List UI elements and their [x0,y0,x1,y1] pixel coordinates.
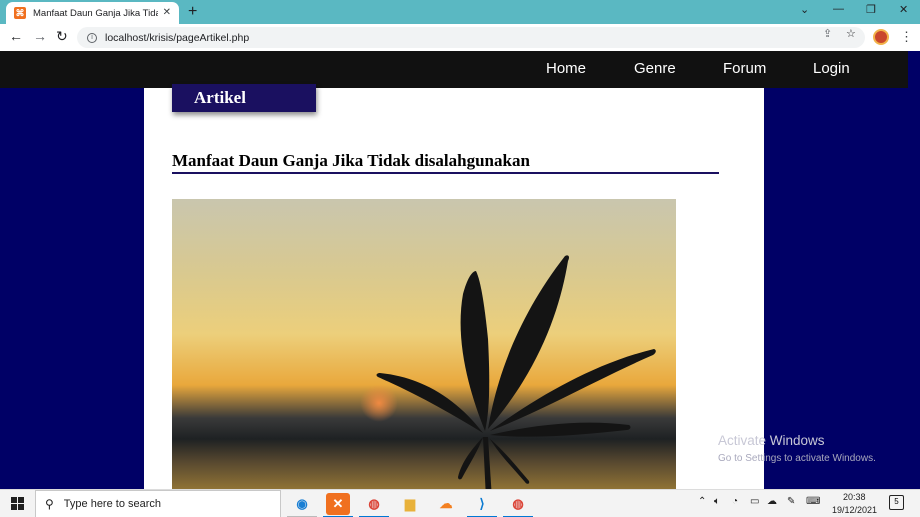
chrome-profile-icon[interactable]: ◍ [503,493,533,517]
volume-icon[interactable]: 🔈︎ [714,496,720,507]
nav-genre[interactable]: Genre [634,60,676,77]
clock-date[interactable]: 19/12/2021 [832,505,877,515]
bookmark-star-icon[interactable]: ☆ [846,27,856,40]
url-text[interactable]: localhost/krisis/pageArtikel.php [105,32,249,44]
profile-avatar-icon[interactable] [873,29,889,45]
minimize-icon[interactable]: — [833,3,844,15]
title-divider [172,172,719,174]
windows-taskbar: ⚲ Type here to search ◉ ✕ ◍ ▆ ☁ ⟩ ◍ ⌃ 🔈︎… [0,489,920,517]
back-icon[interactable]: ← [9,28,23,44]
browser-toolbar: ← → ↻ i localhost/krisis/pageArtikel.php… [0,24,920,51]
reload-icon[interactable]: ↻ [56,28,68,45]
keyboard-icon[interactable]: ⌨ [806,496,820,507]
search-placeholder: Type here to search [63,498,162,510]
article-title: Manfaat Daun Ganja Jika Tidak disalahgun… [172,151,530,170]
activate-windows-title: Activate Windows [718,433,825,448]
clock-time[interactable]: 20:38 [843,492,866,502]
wifi-icon[interactable]: ◔ [732,496,738,507]
close-window-icon[interactable]: ✕ [899,3,908,16]
nav-login[interactable]: Login [813,60,850,77]
activate-windows-subtitle: Go to Settings to activate Windows. [718,453,876,464]
battery-icon[interactable]: ▭ [750,496,759,507]
nav-home[interactable]: Home [546,60,586,77]
onedrive-icon[interactable]: ☁ [767,496,777,507]
taskbar-search[interactable]: ⚲ Type here to search [35,490,281,517]
article-image [172,199,676,489]
edge-icon[interactable]: ◉ [287,493,317,517]
tab-title: Manfaat Daun Ganja Jika Tidak disalahgun… [33,7,158,19]
cannabis-leaf-silhouette [376,255,656,489]
site-info-icon[interactable]: i [87,32,97,43]
page-viewport: Home Genre Forum Login Artikel Manfaat D… [0,51,908,489]
tray-chevron-icon[interactable]: ⌃ [698,496,706,507]
xampp-icon: ⌘ [14,7,26,19]
notification-icon[interactable]: 5 [889,495,904,510]
vscode-icon[interactable]: ⟩ [467,493,497,517]
restore-icon[interactable]: ❐ [866,3,876,16]
browser-tabstrip: ⌘ Manfaat Daun Ganja Jika Tidak disalahg… [0,0,920,24]
xampp-taskbar-icon[interactable]: ✕ [323,493,353,517]
browser-menu-icon[interactable]: ⋮ [900,29,913,45]
article-container: Artikel Manfaat Daun Ganja Jika Tidak di… [144,84,764,489]
browser-tab[interactable]: ⌘ Manfaat Daun Ganja Jika Tidak disalahg… [6,2,179,24]
new-tab-icon[interactable]: + [188,3,197,21]
close-icon[interactable]: ✕ [163,7,171,18]
share-icon[interactable]: ⇪ [823,27,832,40]
forward-icon[interactable]: → [33,28,47,44]
address-bar[interactable]: i localhost/krisis/pageArtikel.php [77,27,865,48]
file-explorer-icon[interactable]: ▆ [398,493,422,515]
section-tag: Artikel [172,84,316,112]
pen-icon[interactable]: ✎ [787,496,795,507]
chrome-icon[interactable]: ◍ [359,493,389,517]
tab-search-icon[interactable]: ⌄ [800,3,809,16]
windows-start-icon[interactable] [11,497,25,511]
cloudflare-icon[interactable]: ☁ [434,493,458,515]
site-navbar: Home Genre Forum Login [0,51,908,88]
search-icon: ⚲ [45,497,54,511]
nav-forum[interactable]: Forum [723,60,766,77]
